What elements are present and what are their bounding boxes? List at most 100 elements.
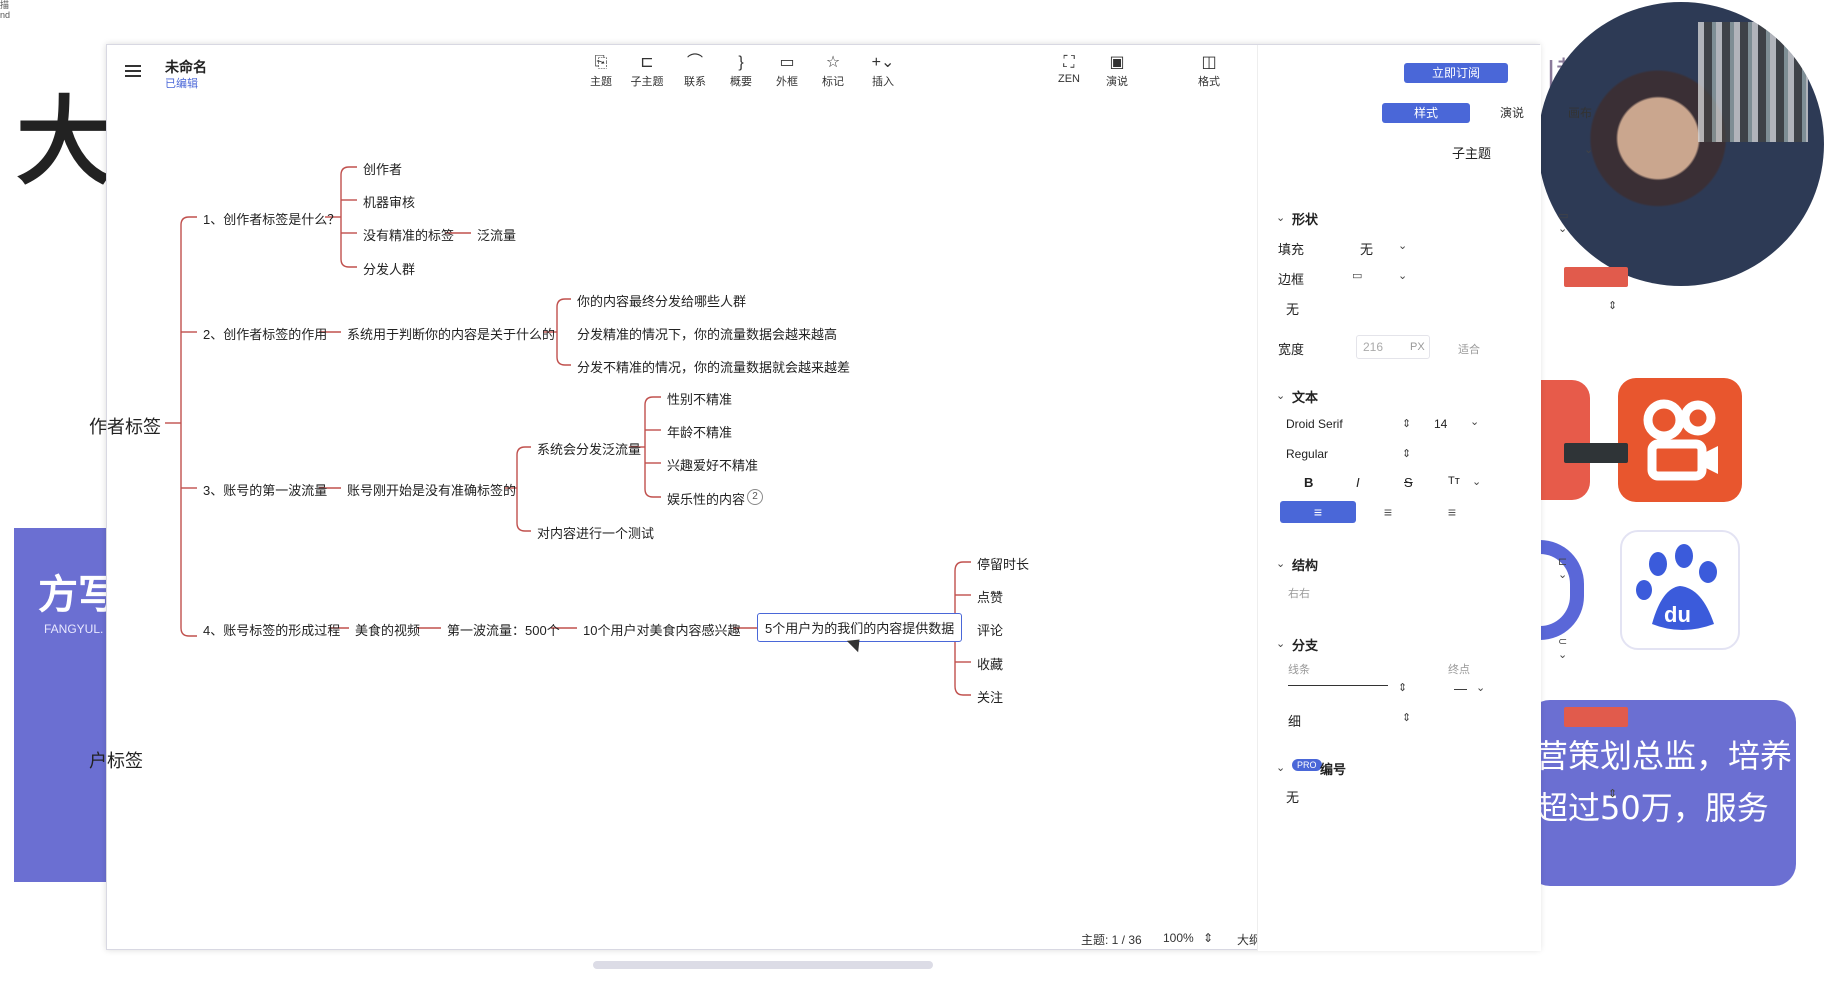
align-left-button[interactable]: ≡ bbox=[1280, 501, 1356, 523]
collapsed-children-badge[interactable]: 2 bbox=[747, 489, 763, 505]
topic-branch-2[interactable]: 2、创作者标签的作用 bbox=[203, 324, 327, 343]
font-weight-select[interactable]: Regular bbox=[1286, 447, 1328, 461]
stepper-icon[interactable]: ⇕ bbox=[1402, 417, 1411, 430]
line-style-select[interactable] bbox=[1288, 685, 1388, 686]
topic-4-child-4[interactable]: 收藏 bbox=[977, 654, 1003, 673]
topic-3-sub1[interactable]: 系统会分发泛流量 bbox=[537, 439, 641, 458]
section-collapse-icon[interactable]: ⌄ bbox=[1276, 389, 1285, 402]
border-color-swatch[interactable] bbox=[1564, 267, 1628, 287]
horizontal-scrollbar[interactable] bbox=[593, 961, 933, 969]
structure-icon[interactable]: ⊏ ⌄ bbox=[1558, 555, 1567, 581]
toolbar-relationship-button[interactable]: ⌒ 联系 bbox=[673, 53, 717, 89]
branch-style-icon[interactable]: ⊂ ⌄ bbox=[1558, 635, 1567, 661]
stepper-icon[interactable]: ⇕ bbox=[1402, 711, 1411, 724]
topic-4-child-3[interactable]: 评论 bbox=[977, 620, 1003, 639]
boundary-icon: ▭ bbox=[779, 54, 795, 71]
topic-3-mid[interactable]: 账号刚开始是没有准确标签的 bbox=[347, 480, 516, 499]
topic-2-child-1[interactable]: 你的内容最终分发给哪些人群 bbox=[577, 291, 746, 310]
stepper-icon[interactable]: ⇕ bbox=[1608, 787, 1617, 800]
tab-canvas[interactable]: 画布 bbox=[1550, 103, 1610, 123]
fill-value[interactable]: 无 bbox=[1360, 239, 1373, 258]
tab-style[interactable]: 样式 bbox=[1382, 103, 1470, 123]
subscribe-button[interactable]: 立即订阅 bbox=[1404, 63, 1508, 83]
chevron-down-icon[interactable]: ⌄ bbox=[1584, 143, 1593, 156]
toolbar-format-button[interactable]: ◫ 格式 bbox=[1187, 53, 1231, 89]
border-shape-icon[interactable]: ▭ bbox=[1352, 269, 1362, 282]
bold-button[interactable]: B bbox=[1304, 475, 1313, 490]
endpoint-value[interactable]: — bbox=[1454, 681, 1467, 696]
star-icon: ☆ bbox=[825, 54, 841, 71]
stepper-icon[interactable]: ⇕ bbox=[1398, 681, 1407, 694]
numbering-select[interactable]: 无 bbox=[1286, 787, 1299, 806]
endpoint-label: 终点 bbox=[1448, 664, 1470, 676]
document-title[interactable]: 未命名 bbox=[165, 57, 207, 77]
tab-pitch[interactable]: 演说 bbox=[1482, 103, 1542, 123]
toolbar-summary-button[interactable]: } 概要 bbox=[719, 53, 763, 89]
second-root-topic[interactable]: 户标签 bbox=[89, 747, 143, 773]
text-case-button[interactable]: Tт bbox=[1448, 475, 1460, 487]
zoom-stepper-icon[interactable]: ⇕ bbox=[1203, 931, 1213, 945]
branch-color-swatch[interactable] bbox=[1564, 707, 1628, 727]
topic-1-child-3[interactable]: 没有精准的标签 bbox=[363, 225, 454, 244]
section-collapse-icon[interactable]: ⌄ bbox=[1276, 637, 1285, 650]
topic-4-chain-2[interactable]: 第一波流量：500个 bbox=[447, 620, 560, 639]
topic-3-sub1-child-4[interactable]: 娱乐性的内容 bbox=[667, 489, 745, 508]
shape-icon[interactable]: ▭ ⌄ bbox=[1558, 209, 1568, 235]
toolbar-plus-button[interactable]: +⌄ 插入 bbox=[861, 53, 905, 89]
topic-4-child-1[interactable]: 停留时长 bbox=[977, 554, 1029, 573]
topic-3-sub1-child-2[interactable]: 年龄不精准 bbox=[667, 422, 732, 441]
stepper-icon[interactable]: ⇕ bbox=[1402, 447, 1411, 460]
topic-branch-4[interactable]: 4、账号标签的形成过程 bbox=[203, 620, 340, 639]
selected-topic[interactable]: 5个用户为的我们的内容提供数据 bbox=[757, 613, 963, 642]
mindmap-canvas[interactable]: 作者标签 户标签 1、创作者标签是什么？ 创作者 机器审核 没有精准的标签 分发… bbox=[89, 101, 1273, 969]
topic-2-child-2[interactable]: 分发精准的情况下，你的流量数据会越来越高 bbox=[577, 324, 837, 343]
font-family-select[interactable]: Droid Serif bbox=[1286, 417, 1343, 431]
text-color-swatch[interactable] bbox=[1564, 443, 1628, 463]
toolbar-zen-button[interactable]: ⛶ ZEN bbox=[1047, 53, 1091, 85]
strikethrough-button[interactable]: S bbox=[1404, 475, 1413, 490]
toolbar-label: 格式 bbox=[1198, 76, 1220, 88]
toolbar-subtopic-button[interactable]: ⊏ 子主题 bbox=[625, 53, 669, 89]
topic-4-child-5[interactable]: 关注 bbox=[977, 687, 1003, 706]
stepper-icon[interactable]: ⇕ bbox=[1608, 299, 1617, 312]
chevron-down-icon[interactable]: ⌄ bbox=[1398, 239, 1407, 252]
topic-1-extra[interactable]: 泛流量 bbox=[477, 225, 516, 244]
border-style-value[interactable]: 无 bbox=[1286, 299, 1299, 318]
topic-3-sub1-child-3[interactable]: 兴趣爱好不精准 bbox=[667, 455, 758, 474]
topic-3-sub2[interactable]: 对内容进行一个测试 bbox=[537, 523, 654, 542]
italic-button[interactable]: I bbox=[1356, 475, 1360, 490]
hamburger-menu-icon[interactable] bbox=[125, 65, 141, 77]
border-label: 边框 bbox=[1278, 272, 1305, 287]
section-collapse-icon[interactable]: ⌄ bbox=[1276, 761, 1285, 774]
toolbar-topic-button[interactable]: ⎘ 主题 bbox=[579, 53, 623, 89]
topic-4-chain-3[interactable]: 10个用户对美食内容感兴趣 bbox=[583, 620, 740, 639]
topic-branch-3[interactable]: 3、账号的第一波流量 bbox=[203, 480, 327, 499]
topic-1-child-1[interactable]: 创作者 bbox=[363, 159, 402, 178]
section-collapse-icon[interactable]: ⌄ bbox=[1276, 211, 1285, 224]
chevron-down-icon[interactable]: ⌄ bbox=[1472, 475, 1481, 488]
width-fit[interactable]: 适合 bbox=[1458, 341, 1480, 357]
chevron-down-icon[interactable]: ⌄ bbox=[1470, 415, 1479, 428]
topic-branch-1[interactable]: 1、创作者标签是什么？ bbox=[203, 209, 340, 228]
toolbar-present-button[interactable]: ▣ 演说 bbox=[1095, 53, 1139, 89]
section-collapse-icon[interactable]: ⌄ bbox=[1276, 557, 1285, 570]
topic-2-mid[interactable]: 系统用于判断你的内容是关于什么的 bbox=[347, 324, 555, 343]
structure-value[interactable]: 右右 bbox=[1288, 585, 1310, 601]
root-topic[interactable]: 作者标签 bbox=[89, 413, 161, 439]
topic-4-chain-1[interactable]: 美食的视频 bbox=[355, 620, 420, 639]
chevron-down-icon[interactable]: ⌄ bbox=[1398, 269, 1407, 282]
format-panel: 立即订阅 样式 演说 画布 子主题 ⌄ ⌄ 形状 ▭ ⌄ 填充 无 ⌄ 边框 ▭… bbox=[1257, 45, 1628, 951]
topic-3-sub1-child-1[interactable]: 性别不精准 bbox=[667, 389, 732, 408]
topic-4-child-2[interactable]: 点赞 bbox=[977, 587, 1003, 606]
toolbar-star-button[interactable]: ☆ 标记 bbox=[811, 53, 855, 89]
topic-2-child-3[interactable]: 分发不精准的情况，你的流量数据就会越来越差 bbox=[577, 357, 850, 376]
line-thickness-select[interactable]: 细 bbox=[1288, 711, 1301, 730]
topic-1-child-4[interactable]: 分发人群 bbox=[363, 259, 415, 278]
toolbar-boundary-button[interactable]: ▭ 外框 bbox=[765, 53, 809, 89]
zoom-level[interactable]: 100% bbox=[1163, 931, 1194, 945]
topic-1-child-2[interactable]: 机器审核 bbox=[363, 192, 415, 211]
align-right-button[interactable]: ≡ bbox=[1414, 501, 1490, 523]
chevron-down-icon[interactable]: ⌄ bbox=[1476, 681, 1485, 694]
topic-type-select[interactable]: 子主题 bbox=[1452, 143, 1491, 162]
font-size-select[interactable]: 14 bbox=[1434, 417, 1447, 431]
